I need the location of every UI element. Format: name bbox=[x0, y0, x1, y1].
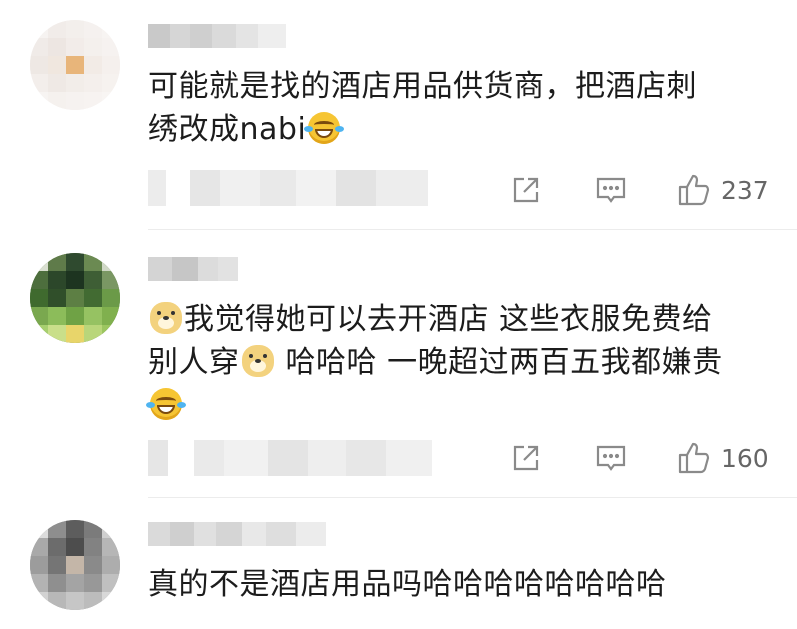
comment-icon bbox=[596, 445, 626, 471]
comment-text: 我觉得她可以去开酒店 这些衣服免费给 别人穿 哈哈哈 一晚超过两百五我都嫌贵 bbox=[146, 298, 768, 427]
username[interactable] bbox=[148, 522, 326, 546]
comment-text-line: 我觉得她可以去开酒店 这些衣服免费给 bbox=[184, 302, 713, 337]
thumbs-up-icon bbox=[678, 442, 710, 474]
share-icon bbox=[513, 445, 539, 471]
doge-emoji bbox=[150, 302, 182, 334]
reply-button[interactable] bbox=[595, 442, 627, 474]
comment-actions: 160 bbox=[505, 438, 780, 478]
comment-text-line: 真的不是酒店用品吗哈哈哈哈哈哈哈哈 bbox=[148, 567, 667, 602]
comment-text-line: 哈哈哈 一晚超过两百五我都嫌贵 bbox=[275, 345, 723, 380]
laugh-cry-emoji bbox=[146, 388, 186, 420]
like-button[interactable]: 237 bbox=[677, 173, 769, 207]
share-button[interactable] bbox=[511, 443, 541, 473]
comment-text: 可能就是找的酒店用品供货商，把酒店刺 绣改成nabi bbox=[148, 65, 768, 151]
comment-text: 真的不是酒店用品吗哈哈哈哈哈哈哈哈 bbox=[148, 563, 768, 606]
thumbs-up-icon bbox=[678, 174, 710, 206]
divider bbox=[148, 229, 797, 230]
avatar[interactable] bbox=[30, 520, 120, 610]
doge-emoji bbox=[241, 345, 274, 377]
share-icon bbox=[513, 177, 539, 203]
username[interactable] bbox=[148, 24, 286, 48]
comment-text-line: 别人穿 bbox=[148, 345, 240, 380]
comment-text-line: 可能就是找的酒店用品供货商，把酒店刺 bbox=[148, 69, 697, 104]
avatar[interactable] bbox=[30, 20, 120, 110]
comment-meta bbox=[148, 440, 432, 476]
comment-actions: 237 bbox=[505, 170, 780, 210]
comment-text-line: 绣改成nabi bbox=[148, 112, 307, 147]
like-count: 160 bbox=[721, 443, 769, 473]
comment-meta bbox=[148, 170, 428, 206]
username[interactable] bbox=[148, 257, 238, 281]
share-button[interactable] bbox=[511, 175, 541, 205]
divider bbox=[148, 497, 797, 498]
reply-button[interactable] bbox=[595, 174, 627, 206]
comment-icon bbox=[596, 177, 626, 203]
avatar[interactable] bbox=[30, 253, 120, 343]
like-count: 237 bbox=[721, 175, 769, 205]
like-button[interactable]: 160 bbox=[677, 441, 769, 475]
laugh-cry-emoji bbox=[304, 112, 345, 144]
